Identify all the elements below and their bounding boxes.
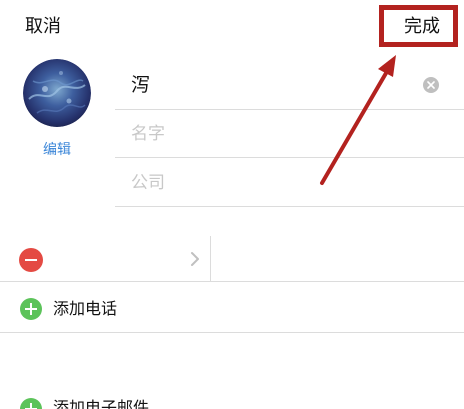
- annotation-arrow: [320, 55, 396, 185]
